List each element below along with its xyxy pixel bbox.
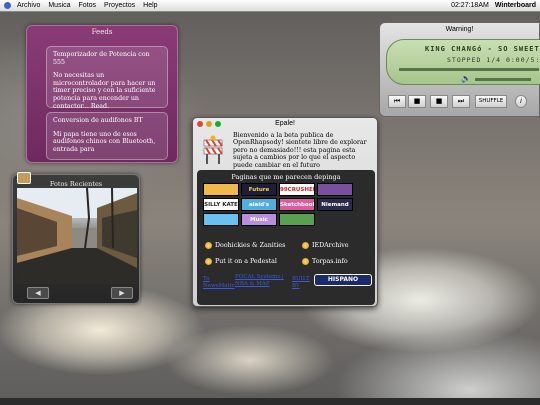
play-button[interactable]: ■ bbox=[430, 95, 448, 108]
window-title: Epale! bbox=[275, 120, 295, 127]
link-icon bbox=[205, 242, 212, 249]
fotos-title: Fotos Recientes bbox=[49, 180, 103, 188]
link-item[interactable]: Put it on a Pedestal bbox=[205, 258, 277, 265]
menu-musica[interactable]: Musica bbox=[48, 2, 70, 9]
feed-item-heading: Temporizador de Potencia con 555 bbox=[53, 51, 150, 66]
volume-slider[interactable] bbox=[475, 78, 531, 81]
player-lcd: KING CHANGó - SO SWEET STOPPED 1/4 0:00/… bbox=[386, 39, 540, 85]
link-label: Torpas.info bbox=[312, 258, 348, 265]
link-label: Put it on a Pedestal bbox=[215, 258, 277, 265]
link-icon bbox=[205, 258, 212, 265]
song-title: KING CHANGó - SO SWEET bbox=[425, 45, 540, 53]
speaker-icon: 🔈 bbox=[461, 74, 471, 83]
menubar-clock: 02:27:18AM bbox=[451, 2, 489, 9]
link-badge[interactable] bbox=[317, 183, 353, 196]
small-link[interactable]: FOCAL Systems | NBA & MAP bbox=[235, 274, 285, 287]
feed-item[interactable]: Temporizador de Potencia con 555 No nece… bbox=[46, 46, 168, 110]
link-item[interactable]: Doohickies & Zanities bbox=[205, 242, 285, 249]
link-badge[interactable] bbox=[203, 183, 239, 196]
link-badge[interactable]: Sketchbook bbox=[279, 198, 315, 211]
menu-fotos[interactable]: Fotos bbox=[79, 2, 97, 9]
apple-icon[interactable] bbox=[4, 2, 11, 9]
small-link[interactable]: To NewsMatic bbox=[203, 276, 235, 289]
menu-bar: Archivo Musica Fotos Proyectos Help 02:2… bbox=[0, 0, 540, 12]
link-badge[interactable] bbox=[203, 213, 239, 226]
info-button[interactable]: i bbox=[515, 95, 527, 108]
feed-item-heading: Conversion de audifonos BT bbox=[53, 117, 143, 124]
feed-item[interactable]: Conversion de audifonos BT Mi papa tiene… bbox=[46, 112, 168, 160]
link-badge[interactable] bbox=[279, 213, 315, 226]
menubar-app-name[interactable]: Winterboard bbox=[495, 2, 536, 9]
construction-barrier-icon bbox=[203, 135, 223, 164]
epale-window: Epale! Bienvenido a la beta publica de O… bbox=[192, 117, 378, 307]
link-label: IEDArchive bbox=[312, 242, 349, 249]
close-icon[interactable] bbox=[197, 121, 203, 127]
progress-bar[interactable] bbox=[399, 68, 539, 71]
next-track-button[interactable]: ⏭ bbox=[452, 95, 470, 108]
link-badge[interactable]: Future Zone bbox=[241, 183, 277, 196]
link-icon bbox=[302, 242, 309, 249]
previous-track-button[interactable]: ⏮ bbox=[388, 95, 406, 108]
section-heading: Paginas que me parecen depinga bbox=[231, 173, 341, 181]
menu-help[interactable]: Help bbox=[143, 2, 157, 9]
menu-archivo[interactable]: Archivo bbox=[17, 2, 40, 9]
photo-icon bbox=[17, 172, 31, 184]
link-badge[interactable]: alaid's beach bbox=[241, 198, 277, 211]
street-photo-image bbox=[17, 188, 137, 284]
shuffle-button[interactable]: SHUFFLE bbox=[475, 95, 507, 108]
stop-button[interactable]: ■ bbox=[408, 95, 426, 108]
hispano-badge[interactable]: HISPANO bbox=[314, 274, 372, 286]
link-label: Doohickies & Zanities bbox=[215, 242, 286, 249]
music-player-widget: Warning! KING CHANGó - SO SWEET STOPPED … bbox=[379, 22, 540, 117]
feeds-title: Feeds bbox=[91, 28, 113, 36]
window-titlebar[interactable]: Epale! bbox=[193, 118, 377, 130]
next-photo-button[interactable]: ▶ bbox=[111, 287, 133, 299]
welcome-text: Bienvenido a la beta publica de OpenRhap… bbox=[233, 132, 367, 169]
recent-photo[interactable] bbox=[17, 188, 137, 284]
link-badge[interactable]: Music bbox=[241, 213, 277, 226]
zoom-icon[interactable] bbox=[215, 121, 221, 127]
minimize-icon[interactable] bbox=[206, 121, 212, 127]
link-icon bbox=[302, 258, 309, 265]
feed-item-body: No necesitas un microcontrolador para ha… bbox=[53, 72, 156, 110]
fotos-widget: Fotos Recientes ◀ ▶ bbox=[12, 172, 140, 304]
link-item[interactable]: Torpas.info bbox=[302, 258, 348, 265]
feeds-widget: Feeds Temporizador de Potencia con 555 N… bbox=[26, 25, 178, 163]
dock-bar bbox=[0, 398, 540, 405]
link-item[interactable]: IEDArchive bbox=[302, 242, 349, 249]
playback-status: STOPPED 1/4 0:00/5:28 bbox=[447, 56, 540, 64]
feed-item-body: Mi papa tiene uno de esos audifonos chin… bbox=[53, 130, 156, 153]
link-badge[interactable]: Niemand Del bbox=[317, 198, 353, 211]
small-link[interactable]: BUILT BY bbox=[292, 276, 310, 289]
links-panel: Paginas que me parecen depinga Future Zo… bbox=[197, 170, 375, 305]
link-badge[interactable]: SILLY KATE bbox=[203, 198, 239, 211]
menu-proyectos[interactable]: Proyectos bbox=[104, 2, 135, 9]
player-title: Warning! bbox=[445, 26, 474, 33]
link-badge[interactable]: 99CRUSHER bbox=[279, 183, 315, 196]
previous-photo-button[interactable]: ◀ bbox=[27, 287, 49, 299]
